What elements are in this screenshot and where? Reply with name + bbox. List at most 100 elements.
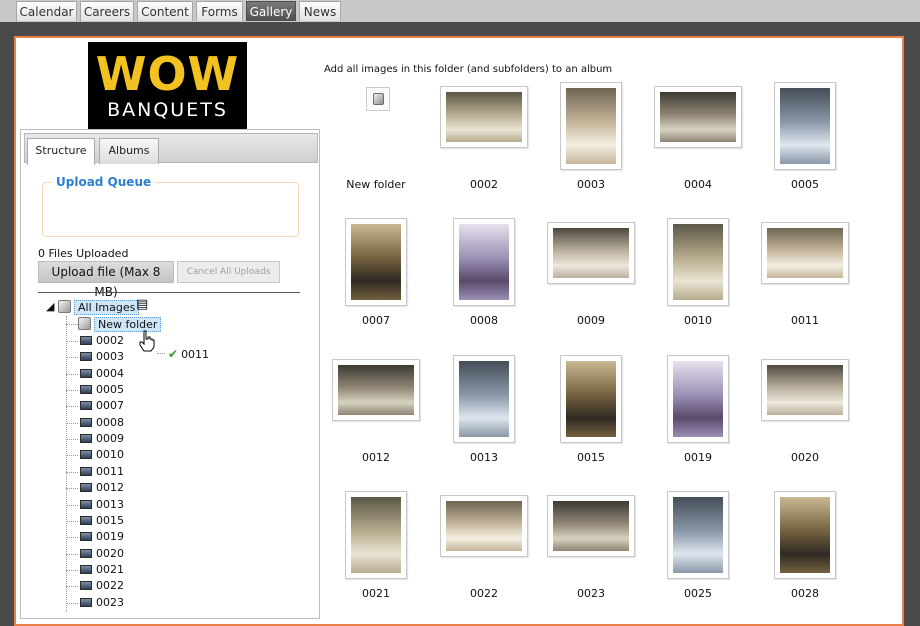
logo-wow-text: WOW: [95, 47, 240, 101]
wow-banquets-logo: WOW BANQUETS: [88, 42, 247, 129]
gallery-thumbnail[interactable]: [345, 218, 407, 306]
drag-guide-line: [157, 353, 165, 354]
gallery-thumbnail[interactable]: [440, 86, 528, 148]
tree-guide-line: [66, 390, 78, 391]
properties-icon[interactable]: ▤: [136, 298, 148, 312]
tree-node-image[interactable]: 0013: [80, 498, 124, 512]
gallery-thumbnail[interactable]: [774, 82, 836, 170]
image-icon: [80, 565, 92, 574]
tree-node-image[interactable]: 0008: [80, 416, 124, 430]
gallery-thumbnail[interactable]: [345, 491, 407, 579]
tree-node-label: 0009: [96, 432, 124, 445]
tree-node-image[interactable]: 0004: [80, 367, 124, 381]
gallery-thumbnail[interactable]: [667, 218, 729, 306]
tree-node-label: 0007: [96, 399, 124, 412]
tree-node-image[interactable]: 0005: [80, 383, 124, 397]
folder-icon: [373, 93, 384, 105]
thumbnail-image: [673, 224, 723, 300]
thumbnail-image: [459, 224, 509, 300]
gallery-thumbnail[interactable]: [547, 222, 635, 284]
image-icon: [80, 336, 92, 345]
thumbnail-image: [338, 365, 414, 415]
tab-content[interactable]: Content: [137, 1, 193, 21]
tree-guide-line: [66, 554, 78, 555]
tab-forms[interactable]: Forms: [196, 1, 243, 21]
image-icon: [80, 500, 92, 509]
tab-structure[interactable]: Structure: [27, 138, 95, 165]
tree-node-image[interactable]: 0002: [80, 334, 124, 348]
tree-node-image[interactable]: 0021: [80, 563, 124, 577]
thumbnail-image: [780, 88, 830, 164]
gallery-thumbnail[interactable]: [440, 495, 528, 557]
gallery-thumbnail[interactable]: [761, 359, 849, 421]
gallery-thumbnail[interactable]: [560, 355, 622, 443]
thumbnail-image: [459, 361, 509, 437]
tree-node-label: All Images: [74, 300, 140, 315]
gallery-thumbnail[interactable]: [654, 86, 742, 148]
tab-gallery[interactable]: Gallery: [246, 1, 296, 21]
image-icon: [80, 581, 92, 590]
gallery-thumbnail[interactable]: [667, 355, 729, 443]
tree-guide-line: [66, 357, 78, 358]
image-icon: [80, 483, 92, 492]
tree-guide-line: [66, 341, 78, 342]
tree-node-label: 0005: [96, 383, 124, 396]
upload-queue-title: Upload Queue: [52, 175, 156, 189]
tree-node-image[interactable]: 0015: [80, 514, 124, 528]
thumbnail-image: [351, 497, 401, 573]
tree-expander-icon[interactable]: ◢: [46, 300, 54, 314]
tree-node-image[interactable]: 0003: [80, 350, 124, 364]
tree-node-label: 0015: [96, 514, 124, 527]
tab-careers[interactable]: Careers: [80, 1, 134, 21]
tree-node-image[interactable]: 0009: [80, 432, 124, 446]
gallery-caption: 0004: [684, 178, 712, 191]
tree-node-image[interactable]: 0010: [80, 448, 124, 462]
tree-node-label: 0021: [96, 563, 124, 576]
image-icon: [80, 401, 92, 410]
new-folder-thumb[interactable]: [366, 87, 390, 111]
tree-node-image[interactable]: 0012: [80, 481, 124, 495]
tree-node-image[interactable]: 0022: [80, 579, 124, 593]
folder-icon: [58, 300, 71, 313]
tree-node-label: 0023: [96, 596, 124, 609]
cancel-all-uploads-button[interactable]: Cancel All Uploads: [177, 261, 280, 283]
gallery-thumbnail[interactable]: [560, 82, 622, 170]
gallery-caption: 0021: [362, 587, 390, 600]
tree-node-label: 0012: [96, 481, 124, 494]
gallery-thumbnail[interactable]: [774, 491, 836, 579]
upload-file-button[interactable]: Upload file (Max 8 MB): [38, 261, 174, 299]
tree-node-label: 0002: [96, 334, 124, 347]
tree-node-image[interactable]: 0023: [80, 596, 124, 610]
gallery-thumbnail[interactable]: [547, 495, 635, 557]
tree-guide-line: [66, 316, 67, 612]
thumbnail-image: [767, 228, 843, 278]
gallery-thumbnail[interactable]: [332, 359, 420, 421]
gallery-thumbnail[interactable]: [667, 491, 729, 579]
image-icon: [80, 598, 92, 607]
gallery-caption: 0012: [362, 451, 390, 464]
drag-preview-label: 0011: [181, 348, 210, 361]
tree-guide-line: [66, 505, 78, 506]
tree-guide-line: [66, 423, 78, 424]
tree-node-image[interactable]: 0019: [80, 530, 124, 544]
tree-guide-line: [66, 406, 78, 407]
gallery-caption: 0011: [791, 314, 819, 327]
tab-news[interactable]: News: [299, 1, 341, 21]
tree-node-new-folder[interactable]: New folder: [78, 317, 162, 332]
gallery-thumbnail[interactable]: [453, 218, 515, 306]
tree-node-image[interactable]: 0011: [80, 465, 124, 479]
gallery-caption: 0015: [577, 451, 605, 464]
thumbnail-image: [553, 501, 629, 551]
tree-node-image[interactable]: 0020: [80, 547, 124, 561]
tab-albums[interactable]: Albums: [99, 138, 159, 164]
gallery-thumbnail[interactable]: [761, 222, 849, 284]
image-icon: [80, 418, 92, 427]
image-icon: [80, 549, 92, 558]
tree-guide-line: [66, 586, 78, 587]
gallery-thumbnail[interactable]: [453, 355, 515, 443]
image-icon: [80, 352, 92, 361]
gallery-caption: 0023: [577, 587, 605, 600]
tree-node-image[interactable]: 0007: [80, 399, 124, 413]
tree-node-all-images[interactable]: All Images: [58, 300, 140, 315]
tab-calendar[interactable]: Calendar: [16, 1, 77, 21]
